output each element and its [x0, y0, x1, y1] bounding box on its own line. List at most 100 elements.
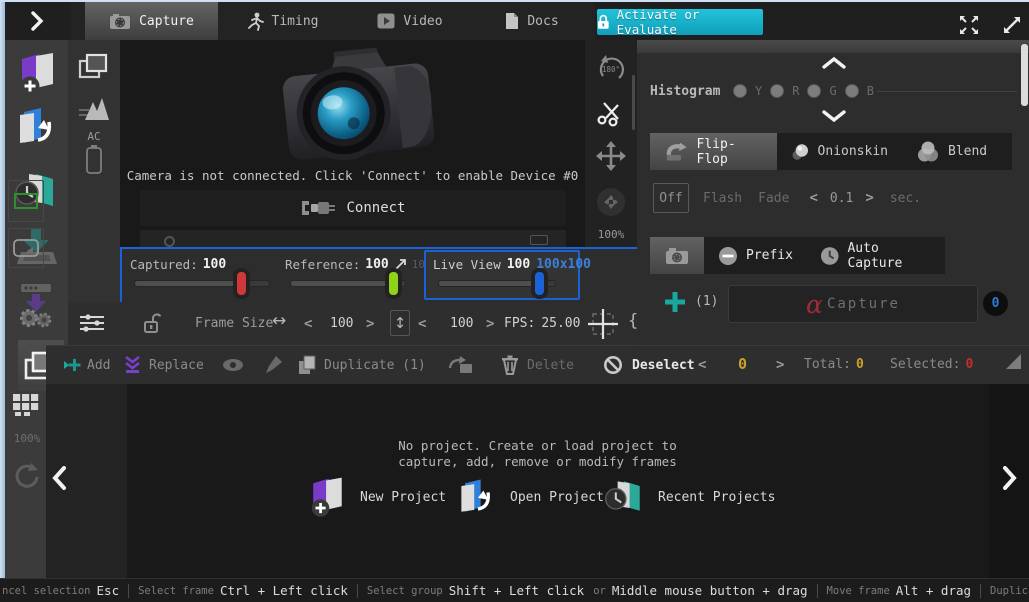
duplicate-frame-button[interactable]: Duplicate (1): [298, 346, 426, 384]
captured-slider-handle[interactable]: [237, 272, 246, 295]
connect-button[interactable]: Connect: [140, 190, 566, 226]
settings-sliders-button[interactable]: [78, 312, 106, 334]
sidebar-export-settings-button[interactable]: [5, 280, 68, 330]
toolbar-resize-handle[interactable]: [1006, 354, 1021, 369]
liveview-group[interactable]: Live View 100 100x100: [424, 250, 580, 300]
sidebar-new-project-button[interactable]: [5, 50, 68, 98]
width-decrease-button[interactable]: <: [304, 316, 312, 332]
add-frame-button[interactable]: Add: [64, 346, 110, 384]
activate-label: Activate or Evaluate: [617, 7, 763, 37]
crop-button[interactable]: [595, 96, 627, 128]
interval-decrease-button[interactable]: <: [809, 190, 817, 206]
fullscreen-button[interactable]: [952, 12, 986, 38]
width-increase-button[interactable]: >: [366, 316, 374, 332]
tab-docs[interactable]: Docs: [474, 2, 590, 40]
flip-flop-icon: [664, 142, 689, 162]
reference-zoom-arrow-icon[interactable]: [394, 258, 407, 271]
diagonal-resize-icon: [1001, 14, 1023, 36]
deselect-button[interactable]: Deselect: [602, 346, 695, 384]
tab-onionskin[interactable]: Onionskin: [777, 133, 902, 170]
reference-group: Reference: 100 100%: [285, 257, 438, 272]
lock-toggle-button[interactable]: [140, 310, 164, 336]
height-value: 100: [450, 316, 473, 331]
captured-label: Captured:: [130, 257, 198, 272]
recent-projects-button[interactable]: Recent Projects: [602, 472, 775, 522]
blend-icon: [916, 141, 940, 163]
tab-timing[interactable]: Timing: [218, 2, 346, 40]
liveview-slider-handle[interactable]: [535, 272, 544, 295]
view-mode-tabbar: Flip-Flop Onionskin Blend: [650, 133, 1012, 170]
revert-frame-button[interactable]: [444, 346, 478, 384]
height-increase-button[interactable]: >: [486, 316, 494, 332]
undo-to-image-icon: [448, 356, 474, 374]
capture-button[interactable]: α Capture: [728, 285, 978, 323]
toggle-visibility-button[interactable]: [218, 346, 248, 384]
delete-frame-button[interactable]: Delete: [501, 346, 574, 384]
tab-flip-flop[interactable]: Flip-Flop: [650, 133, 777, 170]
tab-label: Timing: [272, 14, 319, 29]
frame-next-button[interactable]: >: [776, 357, 784, 373]
tab-auto-capture[interactable]: Auto Capture: [814, 237, 945, 274]
scroll-frames-left-button[interactable]: [48, 462, 70, 494]
flipflop-fade-option[interactable]: Fade: [758, 191, 789, 206]
center-crosshair-button[interactable]: [586, 307, 620, 341]
sidebar-open-project-button[interactable]: [5, 104, 68, 150]
open-project-button[interactable]: Open Project: [454, 472, 604, 522]
expand-arrows-icon: [958, 14, 980, 36]
tab-capture[interactable]: Capture: [85, 2, 218, 40]
tab-camera-capture[interactable]: [650, 237, 704, 274]
height-decrease-button[interactable]: <: [418, 316, 426, 332]
display-mode-button[interactable]: [76, 50, 112, 84]
sidebar-refresh-button[interactable]: [5, 460, 46, 492]
channel-b-radio[interactable]: [845, 84, 859, 98]
collapse-tabs-button[interactable]: [17, 6, 57, 36]
pan-button[interactable]: [595, 140, 627, 172]
channel-y-radio[interactable]: [733, 84, 747, 98]
add-capture-button[interactable]: [663, 290, 687, 314]
resize-window-button[interactable]: [996, 12, 1028, 38]
flipflop-off-option[interactable]: Off: [653, 183, 689, 213]
tab-blend[interactable]: Blend: [902, 133, 1012, 170]
rotate-180-button[interactable]: 180°: [595, 52, 627, 86]
new-project-button[interactable]: New Project: [304, 472, 446, 522]
lock-icon: [597, 14, 610, 30]
replace-frame-button[interactable]: Replace: [124, 346, 204, 384]
scroll-frames-right-button[interactable]: [998, 462, 1020, 494]
histogram-tool-button[interactable]: [76, 92, 112, 124]
reference-slider-handle[interactable]: [389, 272, 398, 295]
channel-r-radio[interactable]: [770, 84, 784, 98]
sidebar-filmstrip-button[interactable]: [5, 393, 46, 417]
fit-view-button[interactable]: [595, 186, 627, 218]
app-window: Capture Timing Video Docs Activate or Ev…: [0, 0, 1029, 602]
status-segment: ncel selection Esc: [2, 583, 119, 598]
frame-prev-button[interactable]: <: [698, 357, 706, 373]
tab-prefix[interactable]: Prefix: [704, 237, 814, 274]
captured-slider[interactable]: [134, 280, 270, 287]
liveview-slider[interactable]: [438, 280, 556, 287]
device-selector-partial[interactable]: [140, 230, 566, 247]
tab-label: Auto Capture: [847, 241, 939, 271]
chevron-right-icon: [1002, 466, 1017, 490]
capture-region-button[interactable]: [8, 180, 44, 222]
reference-slider[interactable]: [290, 280, 406, 287]
histogram-channels: Y R G B: [733, 84, 874, 98]
plus-teal-icon: [665, 292, 685, 312]
flipflop-flash-option[interactable]: Flash: [703, 191, 742, 206]
activate-button[interactable]: Activate or Evaluate: [597, 9, 763, 35]
mask-overlay-button[interactable]: [8, 228, 44, 268]
tab-video[interactable]: Video: [346, 2, 474, 40]
camtools-scrollbar[interactable]: [632, 75, 635, 130]
reference-label: Reference:: [285, 257, 360, 272]
collapse-down-button[interactable]: [817, 106, 851, 126]
collapse-up-button[interactable]: [817, 53, 851, 73]
channel-g-radio[interactable]: [807, 84, 821, 98]
tab-label: Prefix: [746, 248, 793, 263]
reference-value: 100: [365, 257, 388, 272]
paint-button[interactable]: [258, 346, 288, 384]
camera-illustration: [255, 42, 455, 170]
right-panel-scrollbar[interactable]: [1021, 44, 1028, 106]
sidebar-zoom-label: 100%: [10, 432, 44, 445]
selected-label: Selected:: [890, 357, 960, 372]
interval-increase-button[interactable]: >: [865, 190, 873, 206]
chevron-up-icon: [822, 57, 846, 69]
